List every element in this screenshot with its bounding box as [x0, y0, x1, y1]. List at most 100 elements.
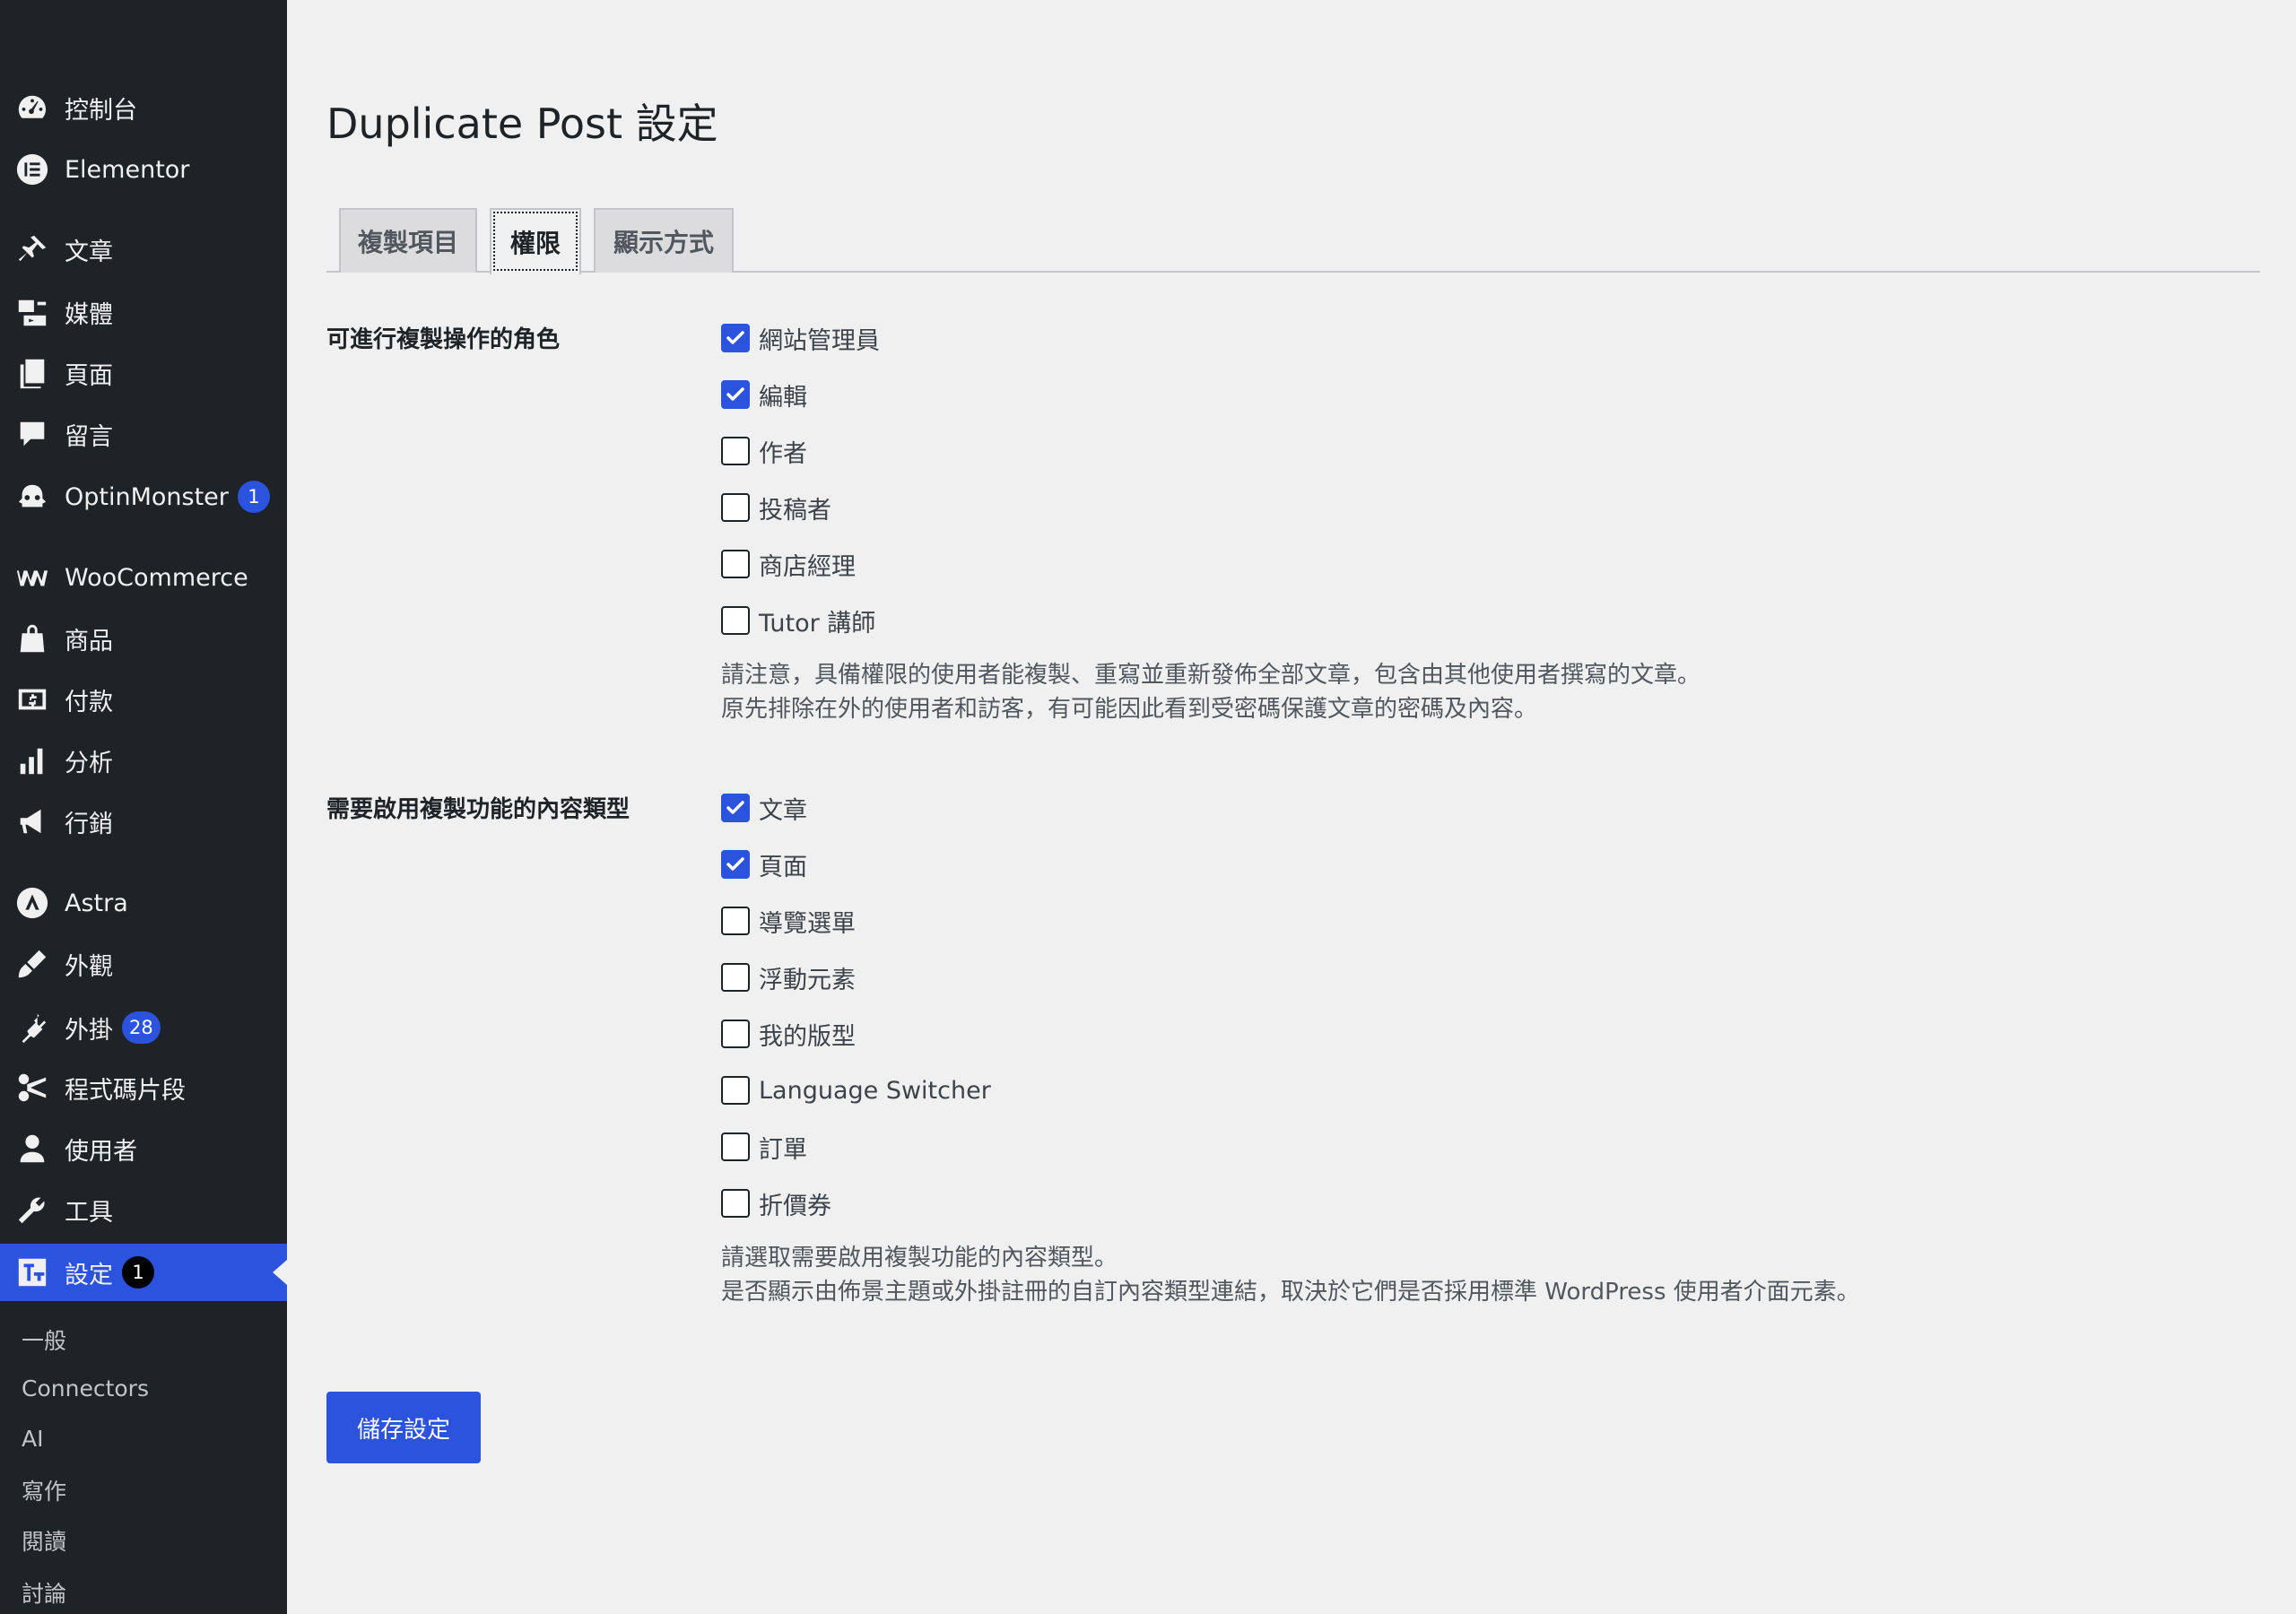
- tab-copy-items[interactable]: 複製項目: [339, 208, 477, 273]
- post_types-option[interactable]: 訂單: [721, 1129, 807, 1165]
- sidebar-item-pages[interactable]: 頁面: [0, 344, 287, 402]
- sidebar-item-analytics[interactable]: 分析: [0, 732, 287, 789]
- sidebar-item-label: Astra: [65, 889, 128, 917]
- roles-option[interactable]: Tutor 講師: [721, 603, 875, 638]
- checkbox-unchecked[interactable]: [721, 493, 750, 522]
- sidebar-item-label: 控制台: [65, 96, 137, 125]
- post_types-option[interactable]: 浮動元素: [721, 959, 856, 995]
- roles-option[interactable]: 網站管理員: [721, 320, 880, 356]
- submenu-item-connectors[interactable]: Connectors: [22, 1375, 149, 1401]
- sidebar-item-code-snippets[interactable]: 程式碼片段: [0, 1059, 287, 1116]
- sidebar-item-elementor[interactable]: Elementor: [0, 141, 287, 198]
- sidebar-item-label: 程式碼片段: [65, 1076, 186, 1105]
- sidebar-item-dashboard[interactable]: 控制台: [0, 79, 287, 136]
- tab-display[interactable]: 顯示方式: [594, 208, 734, 273]
- checkbox-label: 頁面: [759, 853, 807, 881]
- sidebar-item-tools[interactable]: 工具: [0, 1181, 287, 1238]
- post_types-option[interactable]: 導覽選單: [721, 903, 856, 939]
- elementor-icon: [13, 150, 52, 189]
- roles-option[interactable]: 商店經理: [721, 546, 856, 582]
- checkbox-label: Tutor 講師: [759, 609, 876, 638]
- astra-icon: [13, 883, 52, 923]
- sidebar-item-label: 行銷: [65, 810, 113, 838]
- submenu-item-general[interactable]: 一般: [22, 1323, 66, 1356]
- sidebar-item-woocommerce[interactable]: WooCommerce: [0, 549, 287, 606]
- page-title: Duplicate Post 設定: [326, 100, 718, 148]
- sidebar-item-label: 外觀: [65, 952, 113, 981]
- checkbox-unchecked[interactable]: [721, 550, 750, 578]
- sidebar-item-marketing[interactable]: 行銷: [0, 793, 287, 850]
- post_types-option[interactable]: 頁面: [721, 846, 807, 882]
- checkbox-checked[interactable]: [721, 850, 750, 879]
- sidebar-item-label: 商品: [65, 627, 113, 655]
- checkbox-label: 我的版型: [759, 1022, 856, 1051]
- sidebar-item-settings[interactable]: 設定 1: [0, 1244, 287, 1301]
- checkbox-unchecked[interactable]: [721, 1189, 750, 1218]
- sidebar-item-label: 頁面: [65, 361, 113, 390]
- roles-option[interactable]: 編輯: [721, 377, 807, 412]
- checkbox-label: 浮動元素: [759, 966, 856, 994]
- checkbox-label: 商店經理: [759, 552, 856, 581]
- sidebar-item-label: 外掛: [65, 1016, 113, 1045]
- sidebar-item-label: 設定: [65, 1261, 113, 1289]
- update-count-badge: 28: [122, 1011, 161, 1044]
- sidebar-item-optinmonster[interactable]: OptinMonster 1: [0, 468, 287, 525]
- submenu-item-writing[interactable]: 寫作: [22, 1474, 66, 1506]
- submenu-item-discussion[interactable]: 討論: [22, 1576, 66, 1609]
- update-count-badge: 1: [122, 1256, 154, 1289]
- sidebar-item-label: 使用者: [65, 1137, 137, 1166]
- checkbox-label: 作者: [759, 439, 807, 468]
- post-types-description: 請選取需要啟用複製功能的內容類型。 是否顯示由佈景主題或外掛註冊的自訂內容類型連…: [721, 1245, 1860, 1306]
- checkbox-unchecked[interactable]: [721, 1020, 750, 1048]
- post_types-option[interactable]: 我的版型: [721, 1016, 856, 1052]
- checkmark-icon: [726, 857, 744, 871]
- save-settings-button[interactable]: 儲存設定: [326, 1392, 481, 1463]
- sidebar-item-media[interactable]: 媒體: [0, 283, 287, 341]
- wrench-icon: [13, 1190, 52, 1229]
- checkbox-unchecked[interactable]: [721, 1132, 750, 1161]
- roles-option[interactable]: 投稿者: [721, 490, 831, 525]
- checkbox-checked[interactable]: [721, 380, 750, 409]
- checkmark-icon: [726, 331, 744, 344]
- checkbox-label: 網站管理員: [759, 326, 880, 355]
- submenu-item-ai[interactable]: AI: [22, 1426, 43, 1452]
- checkbox-checked[interactable]: [721, 794, 750, 822]
- sidebar-item-payments[interactable]: 付款: [0, 671, 287, 728]
- checkbox-checked[interactable]: [721, 324, 750, 352]
- sidebar-item-plugins[interactable]: 外掛 28: [0, 999, 287, 1056]
- checkbox-unchecked[interactable]: [721, 1076, 750, 1105]
- admin-sidebar: 控制台 Elementor 文章 媒體 頁面 留言 OptinMonster 1…: [0, 0, 287, 1614]
- roles-section-label: 可進行複製操作的角色: [326, 326, 561, 353]
- checkbox-unchecked[interactable]: [721, 907, 750, 935]
- post_types-option[interactable]: 折價券: [721, 1185, 831, 1221]
- dashboard-icon: [13, 88, 52, 127]
- roles-description: 請注意，具備權限的使用者能複製、重寫並重新發佈全部文章，包含由其他使用者撰寫的文…: [721, 662, 1701, 723]
- user-icon: [13, 1129, 52, 1168]
- sidebar-item-label: Elementor: [65, 155, 190, 184]
- checkbox-unchecked[interactable]: [721, 437, 750, 465]
- post_types-option[interactable]: Language Switcher: [721, 1072, 991, 1108]
- sidebar-item-label: WooCommerce: [65, 563, 248, 592]
- tab-permissions[interactable]: 權限: [490, 208, 581, 274]
- settings-tabs: 複製項目 權限 顯示方式: [326, 206, 2260, 274]
- comment-icon: [13, 414, 52, 454]
- sidebar-item-label: 工具: [65, 1198, 113, 1227]
- megaphone-icon: [13, 802, 52, 841]
- checkbox-unchecked[interactable]: [721, 963, 750, 992]
- submenu-item-reading[interactable]: 閱讀: [22, 1524, 66, 1557]
- sidebar-item-comments[interactable]: 留言: [0, 405, 287, 463]
- sidebar-item-users[interactable]: 使用者: [0, 1120, 287, 1177]
- sidebar-item-appearance[interactable]: 外觀: [0, 935, 287, 993]
- post_types-option[interactable]: 文章: [721, 790, 807, 826]
- checkbox-label: Language Switcher: [759, 1076, 991, 1105]
- analytics-icon: [13, 741, 52, 780]
- sidebar-item-posts[interactable]: 文章: [0, 221, 287, 278]
- post-types-section-label: 需要啟用複製功能的內容類型: [326, 796, 631, 823]
- roles-option[interactable]: 作者: [721, 433, 807, 469]
- checkmark-icon: [726, 387, 744, 401]
- sidebar-item-products[interactable]: 商品: [0, 610, 287, 667]
- brush-icon: [13, 944, 52, 984]
- sidebar-item-astra[interactable]: Astra: [0, 874, 287, 932]
- payments-icon: [13, 680, 52, 719]
- checkbox-unchecked[interactable]: [721, 606, 750, 635]
